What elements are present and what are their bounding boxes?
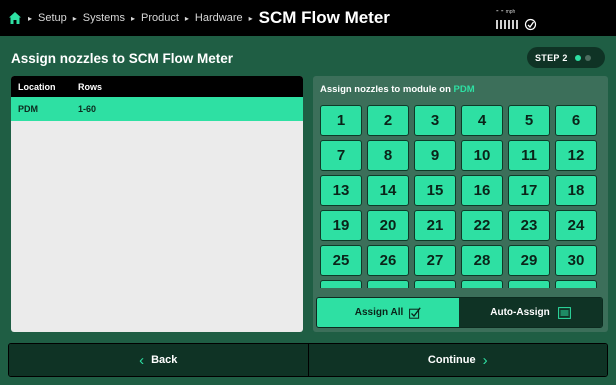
- nozzle-button[interactable]: 17: [508, 175, 550, 206]
- cell-location: PDM: [18, 104, 38, 114]
- nozzle-button[interactable]: 11: [508, 140, 550, 171]
- back-button[interactable]: ‹ Back: [9, 344, 308, 376]
- assign-all-label: Assign All: [354, 307, 404, 318]
- checkbox-check-icon: [409, 306, 421, 319]
- nozzle-button[interactable]: 22: [461, 210, 503, 241]
- auto-assign-button[interactable]: Auto-Assign: [459, 298, 602, 327]
- nozzle-button[interactable]: 6: [555, 105, 597, 136]
- chevron-right-icon: ›: [482, 351, 488, 369]
- continue-label: Continue: [427, 354, 476, 366]
- nozzle-button[interactable]: 25: [320, 245, 362, 276]
- breadcrumb-systems[interactable]: Systems: [83, 12, 125, 24]
- breadcrumb-chevron-icon: ▸: [28, 13, 33, 23]
- nozzle-button[interactable]: 20: [367, 210, 409, 241]
- assign-panel-title: Assign nozzles to module on PDM: [320, 84, 475, 95]
- breadcrumb-setup[interactable]: Setup: [38, 12, 67, 24]
- nozzle-button[interactable]: 13: [320, 175, 362, 206]
- column-header-rows: Rows: [78, 81, 103, 92]
- auto-assign-label: Auto-Assign: [490, 307, 550, 318]
- gps-satellite-icon: [524, 18, 537, 31]
- table-header: Location Rows: [11, 76, 303, 97]
- nozzle-button[interactable]: 29: [508, 245, 550, 276]
- nozzle-button[interactable]: 16: [461, 175, 503, 206]
- breadcrumb-chevron-icon: ▸: [72, 13, 77, 23]
- nozzle-button[interactable]: 26: [367, 245, 409, 276]
- assign-all-button[interactable]: Assign All: [317, 298, 459, 327]
- breadcrumb-chevron-icon: ▸: [130, 13, 135, 23]
- nozzle-button[interactable]: 24: [555, 210, 597, 241]
- nozzle-button[interactable]: 1: [320, 105, 362, 136]
- nozzle-button[interactable]: 19: [320, 210, 362, 241]
- assign-actions: Assign All Auto-Assign: [316, 297, 603, 328]
- nozzle-button[interactable]: 14: [367, 175, 409, 206]
- nozzle-button[interactable]: 5: [508, 105, 550, 136]
- breadcrumb-product[interactable]: Product: [141, 12, 179, 24]
- nozzle-button[interactable]: 27: [414, 245, 456, 276]
- breadcrumb-hardware[interactable]: Hardware: [195, 12, 243, 24]
- bottom-navigation: ‹ Back Continue ›: [8, 343, 608, 377]
- column-header-location: Location: [18, 81, 56, 92]
- step-dot: [584, 54, 591, 61]
- breadcrumb-chevron-icon: ▸: [184, 13, 189, 23]
- top-bar: ▸ Setup ▸ Systems ▸ Product ▸ Hardware ▸…: [0, 0, 616, 36]
- nozzle-button[interactable]: 9: [414, 140, 456, 171]
- nozzle-button[interactable]: 12: [555, 140, 597, 171]
- nozzle-button[interactable]: 18: [555, 175, 597, 206]
- nozzle-button[interactable]: 3: [414, 105, 456, 136]
- nozzle-grid: 1 2 3 4 5 6 7 8 9 10 11 12 13 14 15 16 17 18 19 20 21 22 23 24 2…: [320, 105, 602, 311]
- step-dots: [574, 54, 591, 61]
- nozzle-button[interactable]: 4: [461, 105, 503, 136]
- status-area: - - mph: [496, 6, 537, 32]
- step-indicator: STEP 2: [527, 47, 605, 68]
- nozzle-button[interactable]: 7: [320, 140, 362, 171]
- nozzle-button[interactable]: 8: [367, 140, 409, 171]
- back-label: Back: [151, 354, 178, 366]
- nozzle-button[interactable]: 28: [461, 245, 503, 276]
- nozzle-button[interactable]: 21: [414, 210, 456, 241]
- location-table: Location Rows PDM 1-60: [11, 76, 303, 332]
- breadcrumb-chevron-icon: ▸: [248, 13, 253, 23]
- breadcrumb-current: SCM Flow Meter: [258, 8, 390, 27]
- chevron-left-icon: ‹: [139, 351, 145, 369]
- signal-icon: [496, 20, 518, 29]
- table-row[interactable]: PDM 1-60: [11, 97, 303, 121]
- list-icon: [557, 306, 571, 319]
- nozzle-button[interactable]: 23: [508, 210, 550, 241]
- step-label: STEP 2: [535, 52, 568, 63]
- nozzle-button[interactable]: 30: [555, 245, 597, 276]
- step-dot-active: [574, 54, 581, 61]
- nozzle-button[interactable]: 15: [414, 175, 456, 206]
- page-title: Assign nozzles to SCM Flow Meter: [11, 51, 234, 66]
- nozzle-button[interactable]: 2: [367, 105, 409, 136]
- nozzle-button[interactable]: 10: [461, 140, 503, 171]
- cell-rows: 1-60: [78, 104, 97, 114]
- nozzle-assignment-panel: Assign nozzles to module on PDM 12345678…: [313, 76, 608, 332]
- speed-readout: - - mph: [496, 6, 516, 15]
- home-icon[interactable]: [8, 11, 22, 25]
- continue-button[interactable]: Continue ›: [307, 344, 607, 376]
